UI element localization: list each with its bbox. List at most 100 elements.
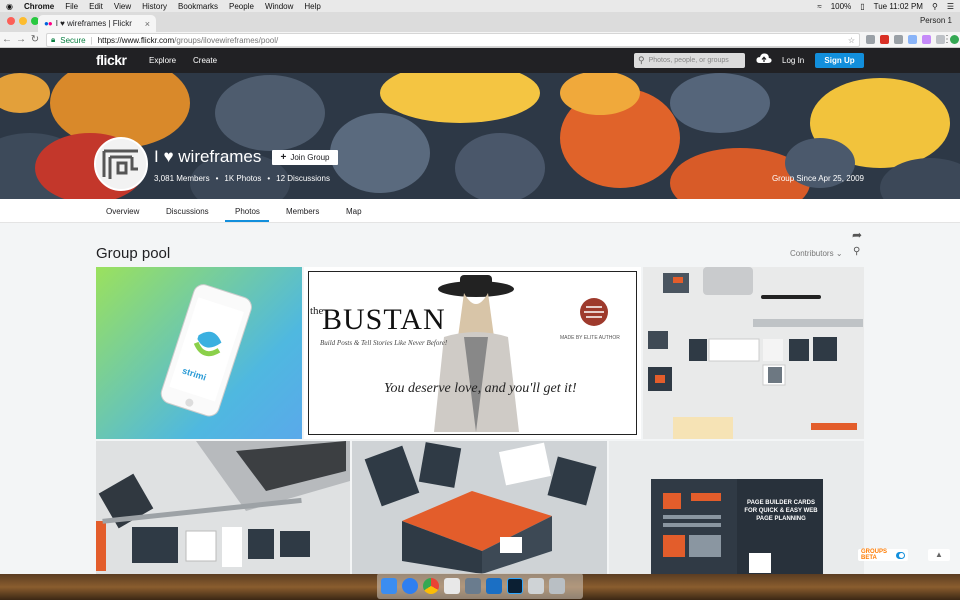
pool-title: Group pool xyxy=(96,245,171,262)
preview-icon[interactable] xyxy=(465,578,481,594)
menubar-status-area: ≈ 100% ▯ Tue 11:02 PM ⚲ ☰ xyxy=(808,2,954,11)
card-box-image xyxy=(352,441,607,574)
sequel-pro-icon[interactable] xyxy=(444,578,460,594)
photo-tile[interactable]: PAGE BUILDER CARDS FOR QUICK & EASY WEB … xyxy=(609,441,864,574)
menu-view[interactable]: View xyxy=(114,2,131,11)
wireframe-logo-icon xyxy=(96,139,146,189)
back-icon[interactable]: ← xyxy=(0,34,14,45)
clock[interactable]: Tue 11:02 PM xyxy=(874,2,923,11)
pool-search-icon[interactable]: ⚲ xyxy=(853,246,860,257)
wifi-icon[interactable]: ≈ xyxy=(817,2,821,11)
poster-tagline: Build Posts & Tell Stories Like Never Be… xyxy=(320,339,448,347)
chevron-down-icon: ⌄ xyxy=(835,249,843,258)
reload-icon[interactable]: ↻ xyxy=(28,34,42,45)
contributors-label: Contributors xyxy=(790,249,834,258)
minimize-window-button[interactable] xyxy=(19,17,27,25)
menu-edit[interactable]: Edit xyxy=(89,2,103,11)
photo-tile[interactable] xyxy=(352,441,607,574)
photo-tile[interactable] xyxy=(643,267,864,439)
forward-icon[interactable]: → xyxy=(14,34,28,45)
safari-icon[interactable] xyxy=(402,578,418,594)
extension-icon[interactable] xyxy=(908,35,917,44)
group-avatar[interactable] xyxy=(94,137,148,191)
chrome-icon[interactable] xyxy=(423,578,439,594)
bookmark-star-icon[interactable]: ☆ xyxy=(848,36,855,45)
woman-with-hat-image xyxy=(434,275,608,432)
browser-tabstrip: ●● I ♥ wireframes | Flickr × Person 1 xyxy=(0,12,960,32)
tab-map[interactable]: Map xyxy=(346,207,362,216)
profile-button[interactable]: Person 1 xyxy=(920,16,952,25)
address-bar[interactable]: 🔒︎ Secure | https://www.flickr.com /grou… xyxy=(46,33,860,47)
macos-dock xyxy=(377,573,583,599)
downloads-icon[interactable] xyxy=(528,578,544,594)
extension-icon[interactable] xyxy=(880,35,889,44)
extension-icon[interactable] xyxy=(866,35,875,44)
discussions-count[interactable]: 12 Discussions xyxy=(276,174,330,183)
search-placeholder: Photos, people, or groups xyxy=(648,57,729,64)
vscode-icon[interactable] xyxy=(486,578,502,594)
share-icon[interactable]: ➦ xyxy=(852,228,862,242)
poster-title: BUSTAN xyxy=(322,303,446,336)
tab-photos[interactable]: Photos xyxy=(235,207,260,216)
photo-tile[interactable] xyxy=(96,441,350,574)
photo-caption: PAGE BUILDER CARDS FOR QUICK & EASY WEB … xyxy=(744,500,818,522)
tab-overview[interactable]: Overview xyxy=(106,207,139,216)
apple-menu-icon[interactable]: ◉ xyxy=(6,2,13,11)
login-link[interactable]: Log In xyxy=(782,56,804,65)
group-subnav: Overview Discussions Photos Members Map xyxy=(0,199,960,223)
browser-tab-active[interactable]: ●● I ♥ wireframes | Flickr × xyxy=(38,15,156,32)
megaphone-icon: ▲ xyxy=(935,550,943,559)
address-divider: | xyxy=(90,35,93,45)
menu-chrome[interactable]: Chrome xyxy=(24,2,54,11)
search-icon: ⚲ xyxy=(638,55,645,65)
secure-label: Secure xyxy=(60,35,86,45)
feedback-button[interactable]: ▲ xyxy=(928,549,950,561)
tab-members[interactable]: Members xyxy=(286,207,319,216)
flickr-logo[interactable]: flickr xyxy=(96,52,127,68)
nav-explore[interactable]: Explore xyxy=(149,56,176,65)
tab-discussions[interactable]: Discussions xyxy=(166,207,209,216)
menu-history[interactable]: History xyxy=(142,2,167,11)
contributors-dropdown[interactable]: Contributors ⌄ xyxy=(790,249,843,258)
group-pool-section: ➦ Group pool Contributors ⌄ ⚲ strimi the… xyxy=(0,223,960,574)
lock-icon: 🔒︎ xyxy=(51,35,56,44)
phone-mockup-image xyxy=(160,284,252,417)
group-title: I ♥ wireframes xyxy=(154,147,262,166)
menu-help[interactable]: Help xyxy=(304,2,320,11)
photo-tile[interactable]: strimi xyxy=(96,267,302,439)
groups-beta-label: GROUPS BETA xyxy=(861,549,888,561)
battery-percent[interactable]: 100% xyxy=(831,2,851,11)
active-tab-indicator xyxy=(225,220,269,222)
poster-quote: You deserve love, and you'll get it! xyxy=(384,381,577,396)
poster-author: MADE BY ELITE AUTHOR xyxy=(560,335,620,341)
plus-icon: + xyxy=(280,152,287,163)
laptop-cards-image xyxy=(96,441,350,571)
chrome-menu-icon[interactable]: ⋮ xyxy=(942,34,952,45)
menu-bookmarks[interactable]: Bookmarks xyxy=(178,2,218,11)
trash-icon[interactable] xyxy=(549,578,565,594)
photoshop-icon[interactable] xyxy=(507,578,523,594)
group-stats: 3,081 Members • 1K Photos • 12 Discussio… xyxy=(154,174,330,183)
members-count[interactable]: 3,081 Members xyxy=(154,174,210,183)
nav-create[interactable]: Create xyxy=(193,56,217,65)
menu-people[interactable]: People xyxy=(229,2,254,11)
groups-beta-toggle[interactable]: GROUPS BETA xyxy=(858,549,908,561)
menu-window[interactable]: Window xyxy=(265,2,293,11)
site-search-input[interactable]: ⚲ Photos, people, or groups xyxy=(634,53,745,68)
spotlight-icon[interactable]: ⚲ xyxy=(932,2,938,11)
tab-close-icon[interactable]: × xyxy=(145,19,150,29)
extension-icon[interactable] xyxy=(922,35,931,44)
photo-tile[interactable]: the BUSTAN Build Posts & Tell Stories Li… xyxy=(304,267,641,439)
extension-icon[interactable] xyxy=(894,35,903,44)
join-group-button[interactable]: + Join Group xyxy=(272,150,338,165)
photos-count[interactable]: 1K Photos xyxy=(224,174,261,183)
upload-cloud-icon[interactable] xyxy=(756,52,772,66)
menu-file[interactable]: File xyxy=(65,2,78,11)
finder-icon[interactable] xyxy=(381,578,397,594)
signup-button[interactable]: Sign Up xyxy=(815,53,864,68)
product-box-image xyxy=(651,479,823,574)
notification-center-icon[interactable]: ☰ xyxy=(947,2,954,11)
close-window-button[interactable] xyxy=(7,17,15,25)
stat-separator: • xyxy=(215,174,219,183)
group-since: Group Since Apr 25, 2009 xyxy=(771,174,864,183)
